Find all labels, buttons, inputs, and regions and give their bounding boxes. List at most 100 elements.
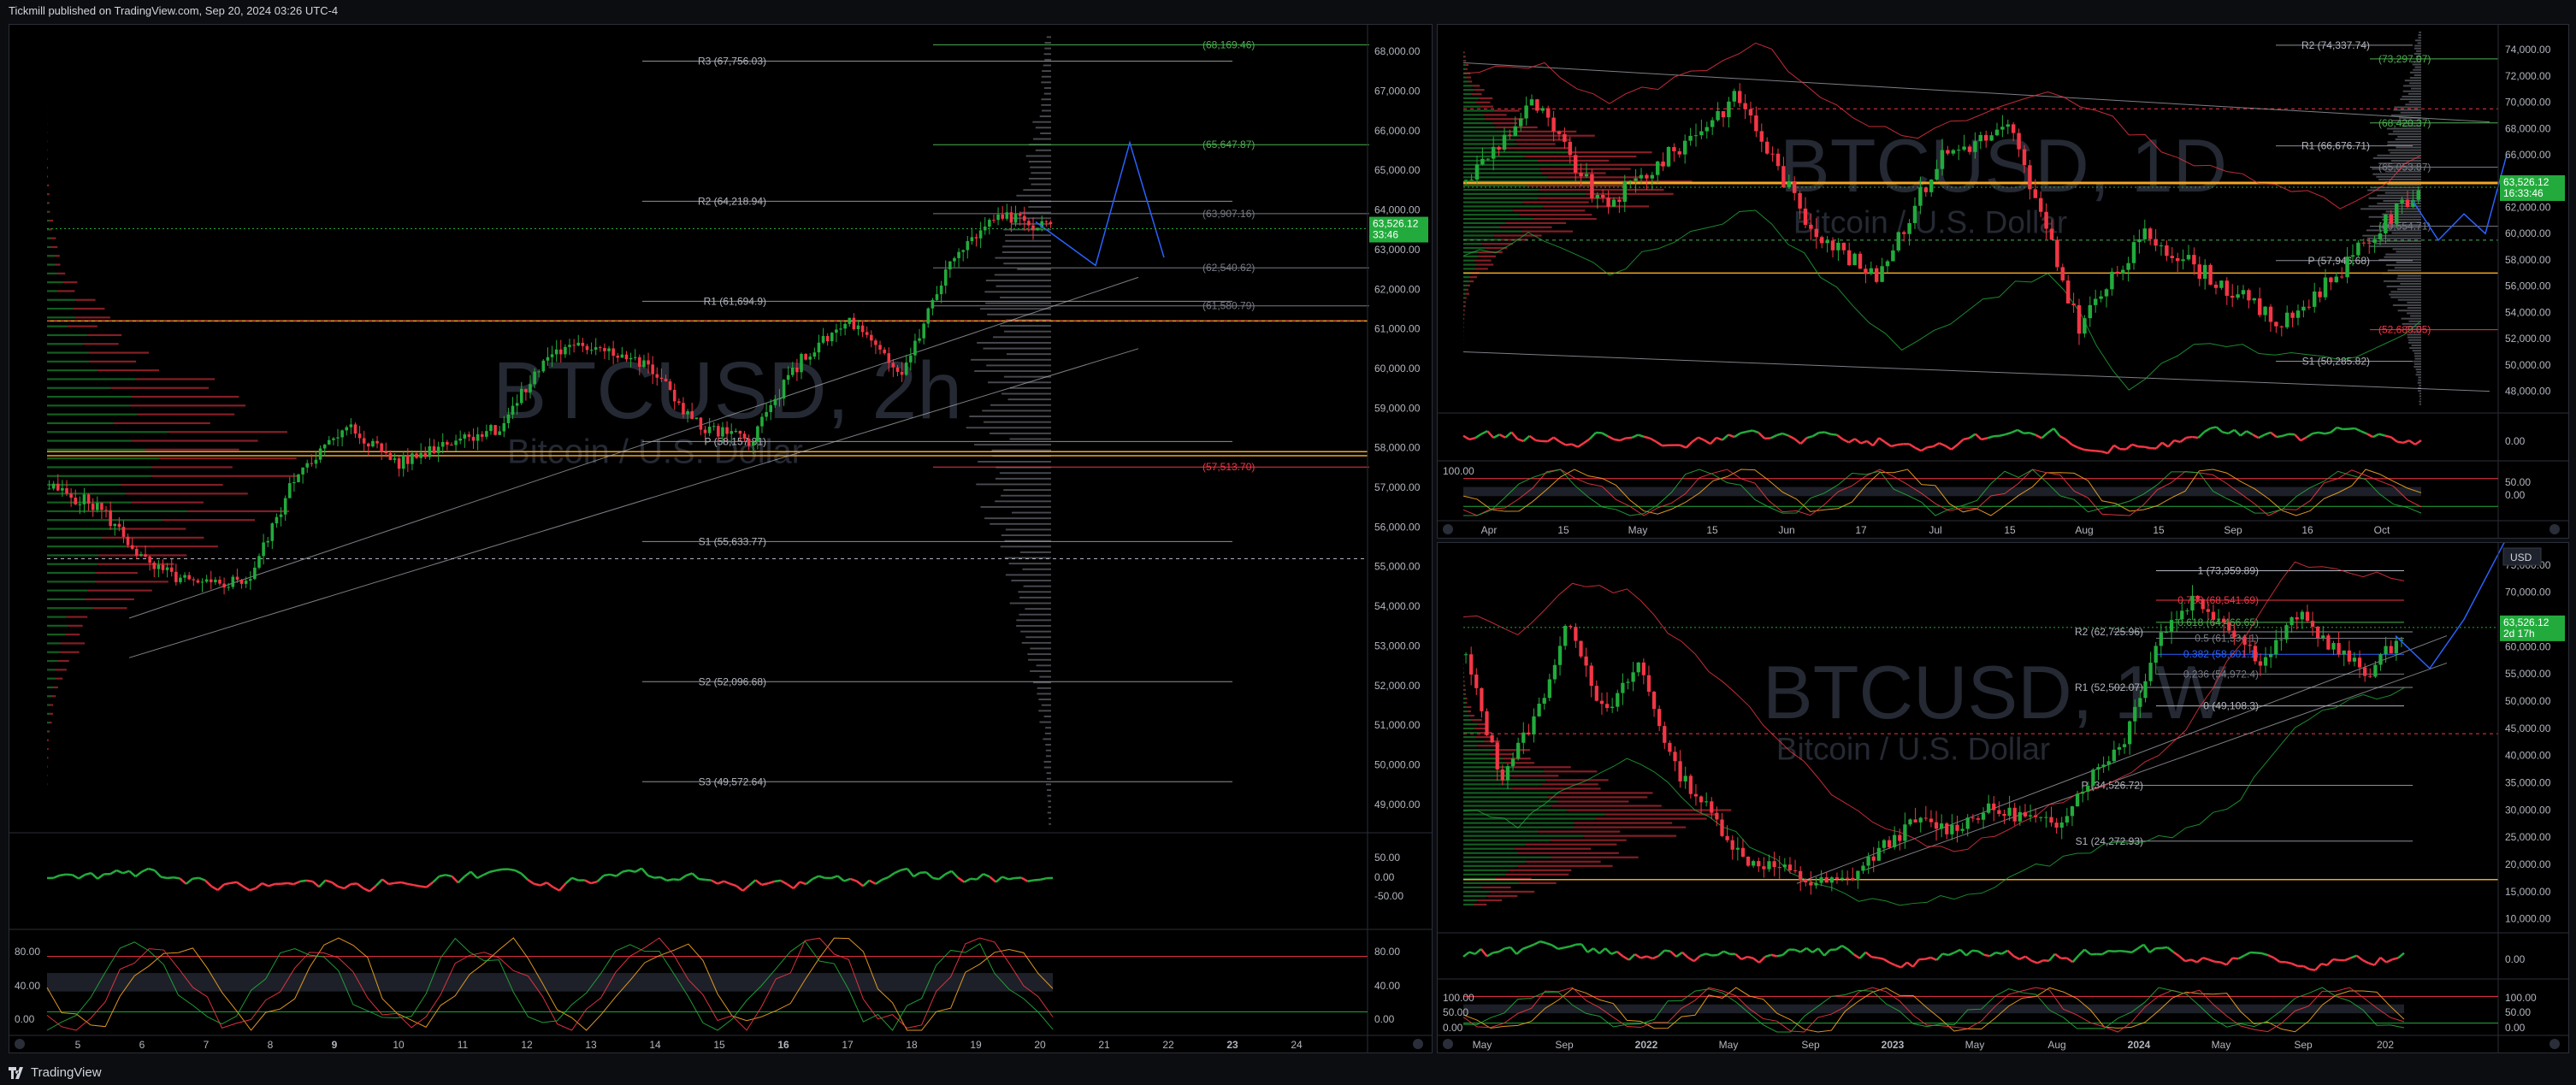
chart-2h-svg[interactable]: BTCUSD, 2hBitcoin / U.S. DollarR3 (67,75… — [9, 25, 1432, 1053]
vp-gray-bar — [1039, 675, 1051, 678]
rsi-segment — [1589, 432, 1597, 440]
rsi-segment — [1911, 958, 1920, 968]
vp-bar-sell — [1464, 56, 1466, 58]
candle-body — [1490, 734, 1494, 743]
chart-1w-svg[interactable]: BTCUSD, 1WBitcoin / U.S. DollarR2 (62,72… — [1438, 543, 2568, 1053]
vp-gray-bar — [2409, 77, 2421, 80]
candle-body — [1693, 793, 1699, 797]
vp-bar-sell — [1517, 864, 1613, 867]
vp-bar-buy — [1463, 873, 1506, 876]
vp-bar-buy — [47, 431, 168, 433]
candle-body — [2096, 767, 2100, 770]
vp-bar-buy — [47, 316, 76, 319]
candle-body — [2044, 211, 2048, 229]
candle-body — [1945, 823, 1949, 834]
vp-gray-bar — [1046, 789, 1051, 791]
stoch-tick-label: 50.00 — [2505, 476, 2531, 488]
candle-body — [1978, 134, 1983, 142]
candle-body — [1754, 115, 1758, 132]
candle-body — [2131, 242, 2136, 263]
tradingview-logo-icon[interactable] — [9, 1067, 27, 1079]
candle-body — [2201, 599, 2205, 610]
rsi-segment — [2270, 431, 2278, 439]
candle-body — [948, 261, 952, 270]
time-tick-label: May — [1628, 524, 1648, 536]
candle-body — [2219, 280, 2224, 288]
rsi-segment — [2414, 439, 2422, 445]
rsi-segment — [2215, 426, 2224, 433]
candle-body — [432, 445, 436, 453]
candle-body — [2060, 267, 2065, 281]
rsi-segment — [413, 883, 421, 887]
candle-body — [1604, 704, 1610, 709]
vp-bar-sell — [1516, 143, 1556, 145]
candle-body — [1746, 856, 1751, 866]
chart-1d-svg[interactable]: BTCUSD, 1DBitcoin / U.S. DollarR2 (74,33… — [1438, 25, 2568, 538]
vp-bar-sell — [1474, 903, 1487, 906]
rsi-segment — [1504, 431, 1513, 439]
candle-body — [126, 536, 130, 545]
rsi-segment — [375, 878, 383, 887]
rsi-segment — [881, 876, 889, 882]
candle-body — [506, 414, 511, 423]
rsi-segment — [2054, 952, 2062, 959]
tradingview-brand[interactable]: TradingView — [31, 1061, 102, 1085]
vp-bar-buy — [47, 563, 97, 565]
candle-body — [1735, 847, 1740, 850]
rsi-segment — [1492, 433, 1500, 439]
candle-body — [1767, 861, 1771, 870]
rsi-segment — [2208, 958, 2216, 963]
rsi-segment — [1498, 947, 1506, 953]
time-tick-label: 9 — [332, 1039, 338, 1051]
chart-panel-1w[interactable]: BTCUSD, 1W Bitcoin / U.S. Dollar R2 (62,72… — [1437, 542, 2569, 1053]
rsi-segment — [1474, 433, 1482, 439]
candle-body — [1912, 205, 1917, 223]
vp-bar-sell — [1465, 292, 1470, 295]
rsi-segment — [950, 870, 959, 879]
vp-bar-buy — [1463, 705, 1467, 709]
rsi-segment — [1631, 433, 1639, 439]
vp-gray-bar — [1000, 325, 1051, 327]
price-tick-label: 59,000.00 — [1374, 402, 1421, 414]
candle-body — [1529, 99, 1534, 106]
vp-bar-buy — [1463, 284, 1468, 286]
rsi-segment — [983, 873, 990, 878]
vp-gray-bar — [1044, 47, 1051, 50]
vp-gray-bar — [1046, 36, 1051, 38]
candle-body — [2236, 294, 2240, 298]
candle-body — [1486, 158, 1491, 160]
vp-bar-buy — [47, 325, 68, 327]
vp-bar-buy — [1463, 675, 1464, 678]
vp-gray-bar — [978, 461, 1051, 463]
vp-bar-sell — [1516, 130, 1577, 133]
level-label: (63,907.16) — [1202, 208, 1255, 220]
candle-body — [2257, 298, 2262, 315]
rsi-segment — [388, 882, 396, 886]
vp-bar-buy — [1463, 792, 1560, 794]
candle-body — [795, 367, 799, 373]
rsi-segment — [2360, 430, 2368, 435]
vp-bar-buy — [47, 642, 61, 645]
rsi-segment — [1522, 434, 1531, 442]
rsi-segment — [546, 882, 554, 888]
rsi-segment — [2142, 943, 2151, 953]
rsi-segment — [2402, 439, 2410, 445]
candle-body — [2295, 616, 2299, 620]
candle-body — [485, 431, 488, 437]
rsi-segment — [2227, 428, 2236, 435]
vp-bar-buy — [1463, 688, 1465, 691]
chart-panel-1d[interactable]: BTCUSD, 1D Bitcoin / U.S. Dollar R2 (74,33… — [1437, 24, 2569, 539]
candle-body — [305, 463, 310, 468]
stoch-tick-label: 100.00 — [2505, 992, 2537, 1004]
chart-panel-2h[interactable]: BTCUSD, 2h Bitcoin / U.S. Dollar R3 (67,75… — [9, 24, 1433, 1053]
candle-body — [1929, 179, 1934, 192]
rsi-segment — [1705, 952, 1712, 957]
candle-body — [1532, 716, 1536, 735]
candle-body — [1775, 153, 1781, 167]
price-tick-label: 60,000.00 — [2505, 227, 2551, 239]
candle-body — [2077, 304, 2082, 334]
rsi-segment — [1983, 953, 1990, 958]
candle-body — [992, 220, 996, 221]
candle-body — [2028, 165, 2032, 190]
time-tick-label: 12 — [521, 1039, 533, 1051]
